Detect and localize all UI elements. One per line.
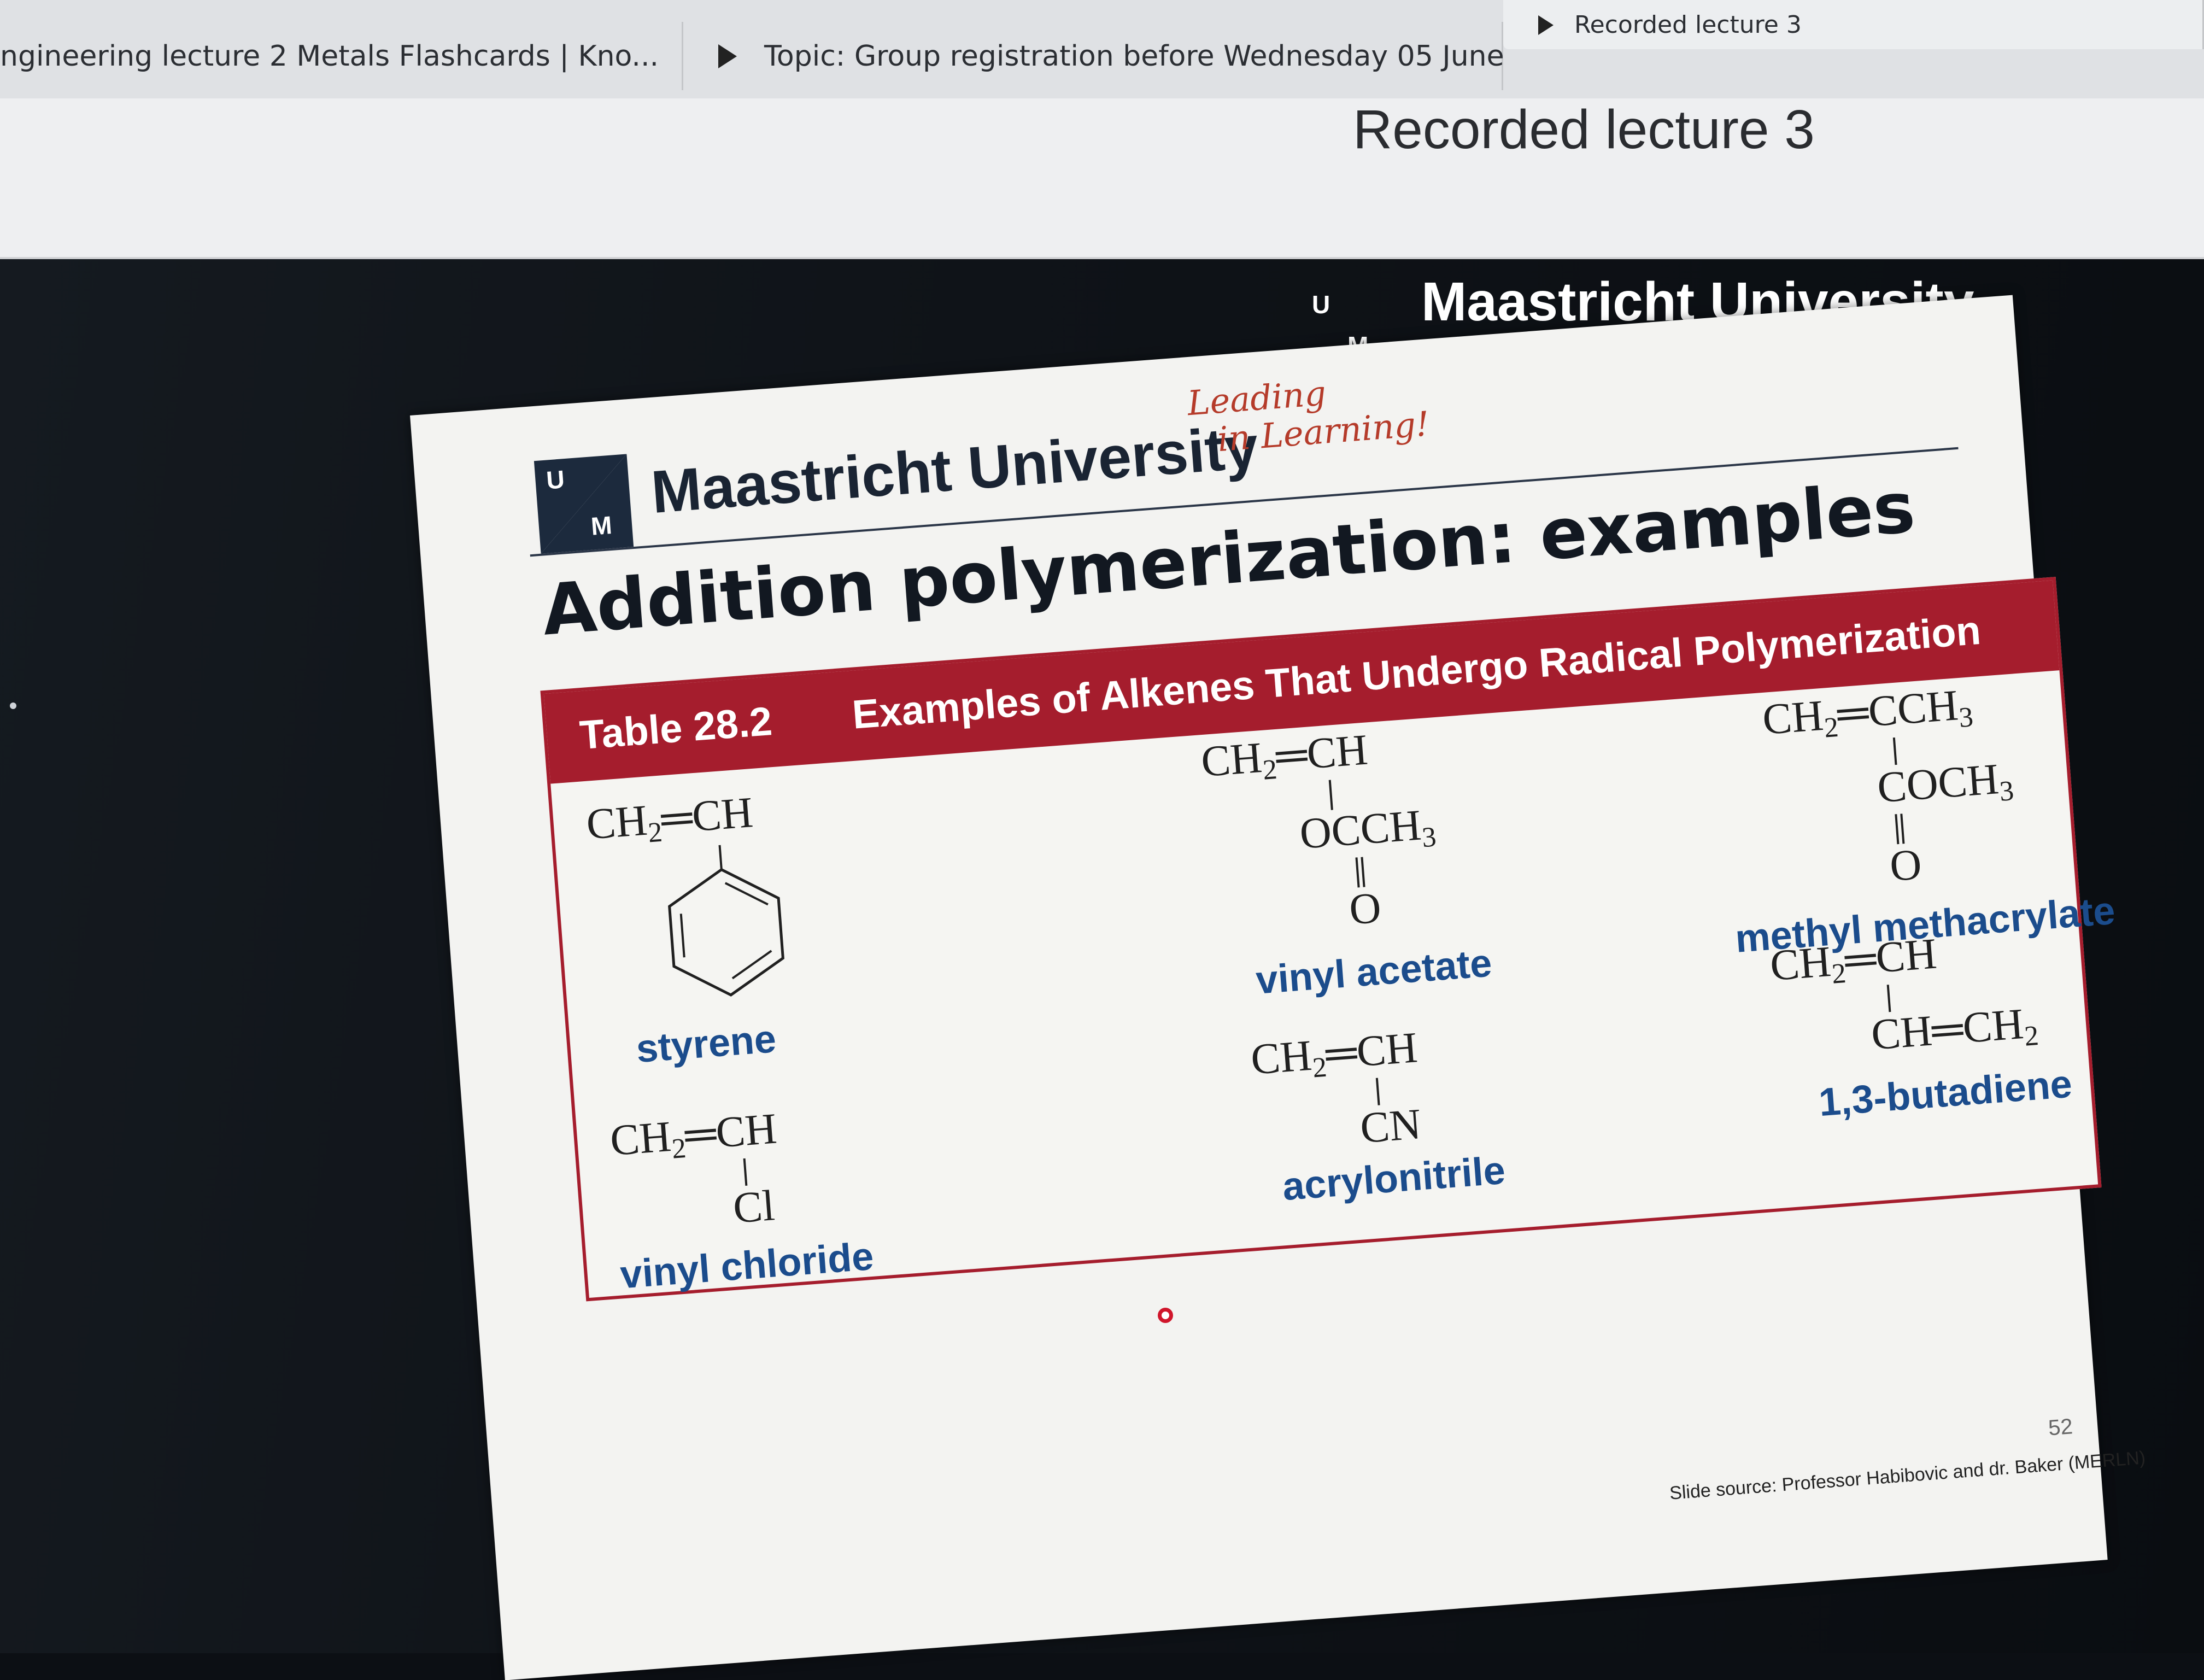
compound-name: acrylonitrile: [1281, 1148, 1507, 1209]
laser-pointer: [1158, 1308, 1173, 1323]
browser-tab-bar: ngineering lecture 2 Metals Flashcards |…: [0, 0, 2204, 100]
vinyl-acetate-formula: CH2═CH: [1199, 725, 1370, 787]
university-name: Maastricht University: [649, 413, 1261, 526]
vinyl-chloride-substituent: Cl: [731, 1181, 777, 1233]
methyl-methacrylate-oxygen: O: [1888, 840, 1924, 891]
tab-title: Topic: Group registration before Wednesd…: [764, 39, 1504, 73]
page-header: [0, 98, 2204, 259]
compound-name: vinyl acetate: [1254, 941, 1493, 1003]
vinyl-acetate-oxygen: O: [1347, 883, 1383, 934]
double-bond-line: [1895, 813, 1905, 845]
tab-group-registration[interactable]: Topic: Group registration before Wednesd…: [683, 22, 1504, 90]
compound-name: styrene: [635, 1017, 778, 1072]
double-bond-line: [1355, 857, 1365, 888]
bond-line: [1328, 780, 1333, 810]
compound-name: 1,3-butadiene: [1817, 1062, 2074, 1125]
benzene-ring-icon: [668, 845, 784, 997]
methyl-methacrylate-substituent: COCH3: [1875, 755, 2015, 812]
acrylonitrile-formula: CH2═CH: [1249, 1023, 1420, 1084]
table-number: Table 28.2: [578, 698, 774, 758]
acrylonitrile-substituent: CN: [1358, 1100, 1423, 1153]
tab-recorded-lecture[interactable]: Recorded lecture 3: [1503, 0, 2204, 49]
forum-play-icon: [716, 42, 745, 71]
compound-name: vinyl chloride: [618, 1234, 875, 1297]
bond-line: [743, 1158, 748, 1186]
butadiene-substituent: CH═CH2: [1869, 999, 2040, 1059]
bond-line: [1892, 737, 1897, 765]
university-logo: U M: [534, 454, 634, 554]
slide-source: Slide source: Professor Habibovic and dr…: [1668, 1447, 2147, 1504]
bond-line: [1886, 985, 1891, 1012]
tab-flashcards[interactable]: ngineering lecture 2 Metals Flashcards |…: [0, 22, 683, 90]
bond-line: [1375, 1078, 1380, 1105]
logo-m: M: [590, 510, 613, 541]
logo-u: U: [545, 465, 566, 495]
vinyl-chloride-formula: CH2═CH: [608, 1104, 778, 1166]
tagline: Leading in Learning!: [1186, 367, 1431, 461]
tab-title: Recorded lecture 3: [1574, 10, 1802, 39]
slide-page-number: 52: [2047, 1414, 2074, 1441]
video-play-icon: [1536, 13, 1559, 36]
lecture-slide: U M Maastricht University Leading in Lea…: [410, 295, 2146, 1680]
tab-title: ngineering lecture 2 Metals Flashcards |…: [0, 39, 659, 73]
logo-u: U: [1312, 290, 1330, 319]
stray-dot: [10, 703, 16, 709]
compound-table: Table 28.2 Examples of Alkenes That Unde…: [540, 577, 2117, 1302]
vinyl-acetate-substituent: OCCH3: [1298, 801, 1438, 858]
page-title: Recorded lecture 3: [1353, 99, 1815, 160]
